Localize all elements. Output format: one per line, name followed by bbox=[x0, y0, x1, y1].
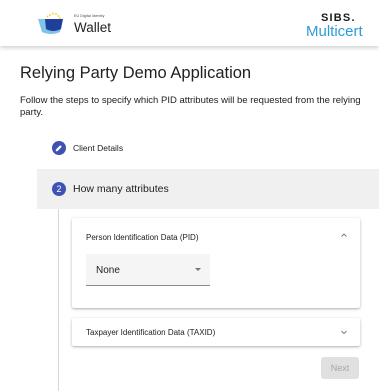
logo-title: Wallet bbox=[74, 20, 112, 35]
taxid-panel-title[interactable]: Taxpayer Identification Data (TAXID) bbox=[86, 328, 215, 337]
taxid-expansion-panel[interactable]: Taxpayer Identification Data (TAXID) bbox=[72, 318, 360, 346]
pid-panel-title[interactable]: Person Identification Data (PID) bbox=[86, 233, 199, 242]
logo-subtitle: EU Digital Identity bbox=[74, 14, 105, 18]
step-1-label[interactable]: Client Details bbox=[73, 143, 123, 153]
pid-attribute-select[interactable]: None bbox=[86, 254, 210, 286]
page-title: Relying Party Demo Application bbox=[20, 64, 252, 82]
select-value: None bbox=[96, 265, 120, 276]
pid-expansion-panel: Person Identification Data (PID) None bbox=[72, 218, 360, 308]
partner-brand-bottom: Multicert bbox=[306, 23, 363, 40]
app-header: EU Digital Identity Wallet SIBS. Multice… bbox=[0, 0, 379, 46]
step-2-label: How many attributes bbox=[73, 183, 169, 195]
step-1-indicator[interactable] bbox=[52, 141, 66, 155]
step-2-indicator: 2 bbox=[52, 182, 66, 196]
chevron-down-icon[interactable] bbox=[340, 328, 348, 336]
next-button[interactable]: Next bbox=[321, 357, 359, 379]
stepper-connector-line bbox=[58, 209, 59, 391]
dropdown-arrow-icon bbox=[195, 268, 201, 271]
intro-text: Follow the steps to specify which PID at… bbox=[20, 95, 361, 118]
eu-wallet-logo-icon bbox=[38, 12, 63, 34]
chevron-up-icon[interactable] bbox=[340, 231, 348, 239]
pencil-icon bbox=[55, 145, 62, 152]
